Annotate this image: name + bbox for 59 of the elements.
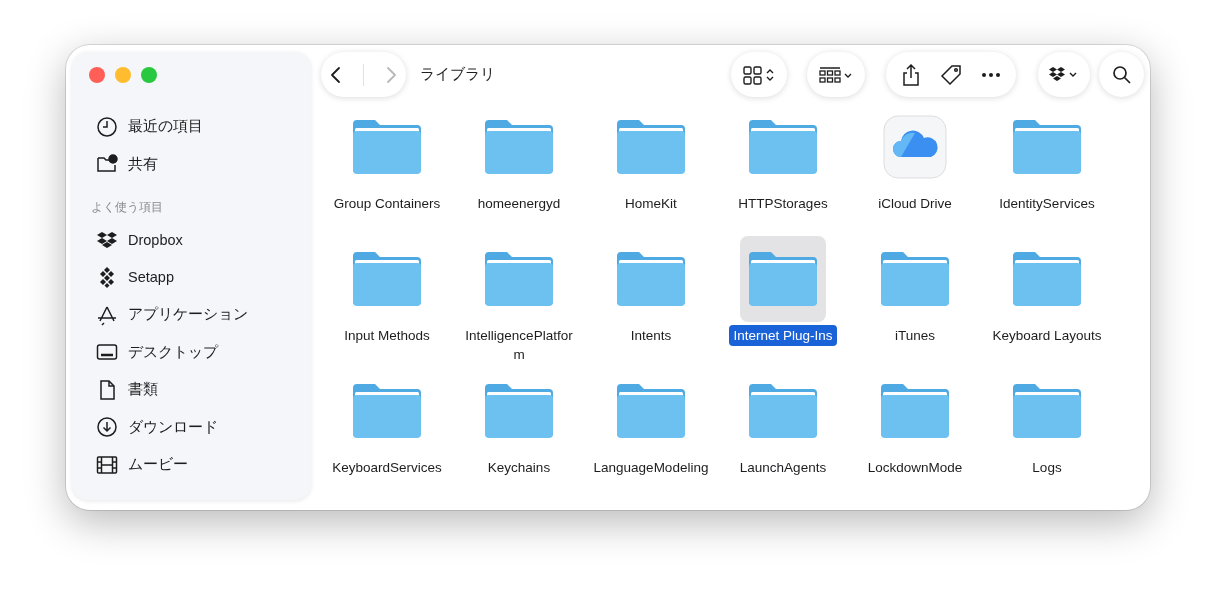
sidebar-item[interactable]: ダウンロード (128, 417, 218, 437)
file-name[interactable]: iTunes (891, 325, 939, 346)
file-name[interactable]: Keychains (483, 457, 555, 478)
group-icon (818, 64, 854, 85)
file-name[interactable]: Logs (1028, 457, 1066, 478)
clock-icon (96, 115, 118, 138)
folder-icon (483, 382, 555, 440)
file-name[interactable]: LockdownMode (863, 457, 967, 478)
file-name[interactable]: Internet Plug-Ins (729, 325, 837, 346)
file-name[interactable]: LaunchAgents (735, 457, 831, 478)
folder-icon (1011, 118, 1083, 176)
download-icon (96, 416, 118, 439)
folder-icon (747, 250, 819, 308)
file-name[interactable]: LanguageModeling (589, 457, 713, 478)
folder-icon (879, 250, 951, 308)
file-name[interactable]: IdentityServices (995, 193, 1099, 214)
tag-icon (939, 62, 963, 87)
grid-view-icon (742, 64, 776, 85)
section-heading: よく使う項目 (91, 199, 164, 215)
sidebar-item[interactable]: アプリケーション (128, 305, 248, 325)
folder-icon (351, 382, 423, 440)
folder-icon (351, 250, 423, 308)
close-button[interactable] (89, 67, 105, 83)
cloud-app-icon (883, 115, 947, 179)
folder-icon (879, 382, 951, 440)
file-name[interactable]: Intents (626, 325, 676, 346)
sidebar-item[interactable]: デスクトップ (128, 342, 218, 362)
folder-icon (615, 250, 687, 308)
folder-icon (747, 382, 819, 440)
sidebar-item[interactable]: 書類 (128, 380, 158, 400)
file-name[interactable]: Input Methods (340, 325, 434, 346)
file-name[interactable]: KeyboardServices (328, 457, 446, 478)
sidebar-item[interactable]: ムービー (128, 455, 188, 475)
file-name[interactable]: HomeKit (621, 193, 681, 214)
file-name[interactable]: Keyboard Layouts (988, 325, 1106, 346)
window-title: ライブラリ (420, 65, 496, 84)
folder-icon (483, 250, 555, 308)
file-name[interactable]: IntelligencePlatform (457, 325, 581, 365)
sidebar-item[interactable]: Dropbox (128, 231, 183, 248)
folder-icon (351, 118, 423, 176)
sidebar-item[interactable]: Setapp (128, 269, 174, 286)
folder-icon (615, 382, 687, 440)
file-name[interactable]: HTTPStorages (734, 193, 832, 214)
file-name[interactable]: Group Containers (329, 193, 445, 214)
forward-icon (384, 65, 398, 84)
file-name[interactable]: homeenergyd (473, 193, 565, 214)
folder-icon (1011, 382, 1083, 440)
file-name[interactable]: iCloud Drive (874, 193, 956, 214)
back-icon (329, 65, 343, 84)
folder-icon (747, 118, 819, 176)
share-icon (901, 62, 921, 87)
folder-icon (1011, 250, 1083, 308)
sidebar-item[interactable]: 共有 (128, 154, 158, 174)
sidebar-item[interactable]: 最近の項目 (128, 117, 203, 137)
folder-icon (615, 118, 687, 176)
film-icon (96, 453, 118, 476)
folder-icon (483, 118, 555, 176)
search-icon (1111, 64, 1132, 85)
more-icon (981, 71, 1001, 78)
